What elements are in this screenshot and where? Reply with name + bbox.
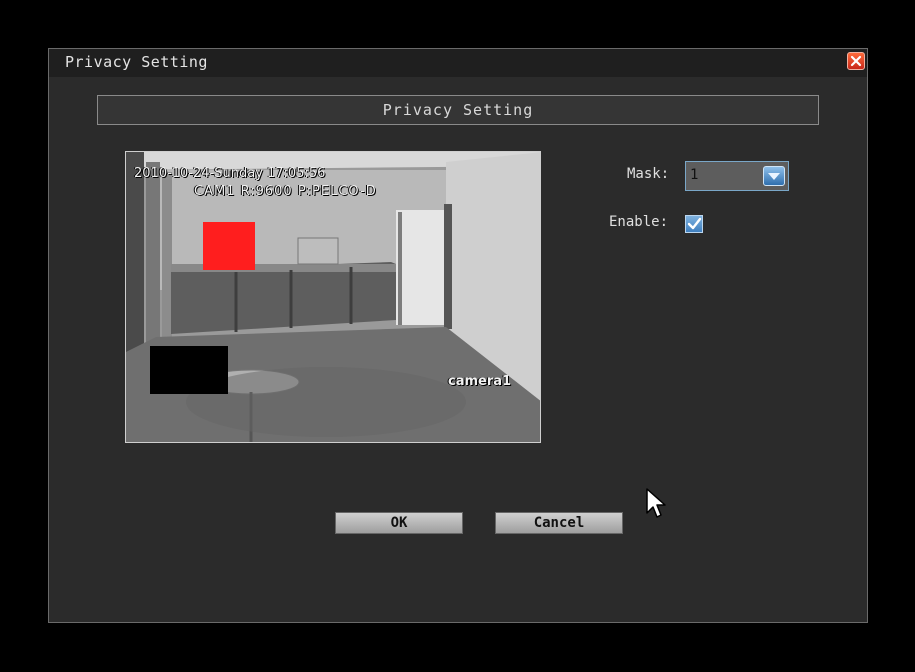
mask-select-value: 1	[690, 167, 699, 183]
enable-checkbox[interactable]	[685, 215, 703, 233]
mask-select[interactable]: 1	[685, 161, 789, 191]
enable-label: Enable:	[609, 214, 669, 230]
osd-datetime: 2010-10-24-Sunday 17:05:56	[134, 166, 326, 181]
osd-camera-name: camera1	[448, 374, 512, 389]
privacy-mask-active[interactable]	[203, 222, 255, 270]
section-header-title: Privacy Setting	[382, 101, 534, 119]
section-header: Privacy Setting	[97, 95, 819, 125]
close-button[interactable]	[847, 52, 865, 70]
dropdown-button[interactable]	[763, 166, 785, 186]
ok-button[interactable]: OK	[335, 512, 463, 534]
close-icon	[850, 55, 862, 67]
cancel-button[interactable]: Cancel	[495, 512, 623, 534]
mask-label: Mask:	[627, 166, 670, 182]
mouse-pointer-icon	[646, 488, 666, 518]
privacy-setting-dialog: Privacy Setting Privacy Setting 2010-10-…	[48, 48, 868, 623]
camera-preview[interactable]: 2010-10-24-Sunday 17:05:56 CAM1 R:9600 P…	[125, 151, 541, 443]
dropdown-arrow-icon	[768, 173, 780, 180]
checkmark-icon	[687, 217, 702, 230]
title-bar: Privacy Setting	[49, 49, 867, 77]
privacy-mask[interactable]	[150, 346, 228, 394]
osd-camera-info: CAM1 R:9600 P:PELCO-D	[194, 184, 377, 199]
window-title: Privacy Setting	[65, 53, 208, 71]
